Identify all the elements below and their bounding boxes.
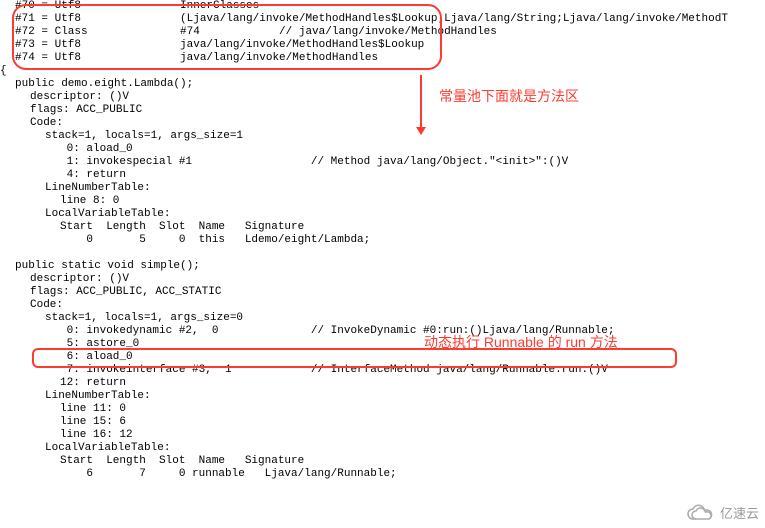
method-signature: public static void simple(); <box>0 260 765 273</box>
annotation-method-area: 常量池下面就是方法区 <box>439 90 579 103</box>
lnt-label: LineNumberTable: <box>0 182 765 195</box>
watermark-text: 亿速云 <box>720 507 759 520</box>
const-pool-entry: #73 = Utf8 java/lang/invoke/MethodHandle… <box>0 39 765 52</box>
method-descriptor: descriptor: ()V <box>0 91 765 104</box>
annotation-invokedynamic: 动态执行 Runnable 的 run 方法 <box>424 336 618 349</box>
lvt-header: Start Length Slot Name Signature <box>0 455 765 468</box>
bytecode-instr: 5: astore_0 <box>0 338 765 351</box>
lnt-row: line 11: 0 <box>0 403 765 416</box>
bytecode-instr: 7: invokeinterface #3, 1 // InterfaceMet… <box>0 364 765 377</box>
bytecode-instr: 12: return <box>0 377 765 390</box>
lnt-row: line 8: 0 <box>0 195 765 208</box>
lvt-label: LocalVariableTable: <box>0 442 765 455</box>
bytecode-instr: 4: return <box>0 169 765 182</box>
cloud-icon <box>686 504 716 522</box>
arrow-icon <box>420 75 422 134</box>
lvt-label: LocalVariableTable: <box>0 208 765 221</box>
bytecode-instr: 6: aload_0 <box>0 351 765 364</box>
blank-line <box>0 247 765 260</box>
stack-info: stack=1, locals=1, args_size=1 <box>0 130 765 143</box>
bytecode-instr: 0: invokedynamic #2, 0 // InvokeDynamic … <box>0 325 765 338</box>
method-descriptor: descriptor: ()V <box>0 273 765 286</box>
const-pool-entry: #74 = Utf8 java/lang/invoke/MethodHandle… <box>0 52 765 65</box>
lnt-row: line 15: 6 <box>0 416 765 429</box>
code-label: Code: <box>0 299 765 312</box>
watermark: 亿速云 <box>686 504 759 522</box>
lnt-label: LineNumberTable: <box>0 390 765 403</box>
method-signature: public demo.eight.Lambda(); <box>0 78 765 91</box>
lvt-row: 0 5 0 this Ldemo/eight/Lambda; <box>0 234 765 247</box>
method-flags: flags: ACC_PUBLIC, ACC_STATIC <box>0 286 765 299</box>
method-flags: flags: ACC_PUBLIC <box>0 104 765 117</box>
const-pool-entry: #71 = Utf8 (Ljava/lang/invoke/MethodHand… <box>0 13 765 26</box>
brace-open: { <box>0 65 765 78</box>
const-pool-entry: #72 = Class #74 // java/lang/invoke/Meth… <box>0 26 765 39</box>
const-pool-entry: #70 = Utf8 InnerClasses <box>0 0 765 13</box>
code-label: Code: <box>0 117 765 130</box>
bytecode-instr: 0: aload_0 <box>0 143 765 156</box>
lnt-row: line 16: 12 <box>0 429 765 442</box>
bytecode-instr: 1: invokespecial #1 // Method java/lang/… <box>0 156 765 169</box>
stack-info: stack=1, locals=1, args_size=0 <box>0 312 765 325</box>
lvt-row: 6 7 0 runnable Ljava/lang/Runnable; <box>0 468 765 481</box>
lvt-header: Start Length Slot Name Signature <box>0 221 765 234</box>
